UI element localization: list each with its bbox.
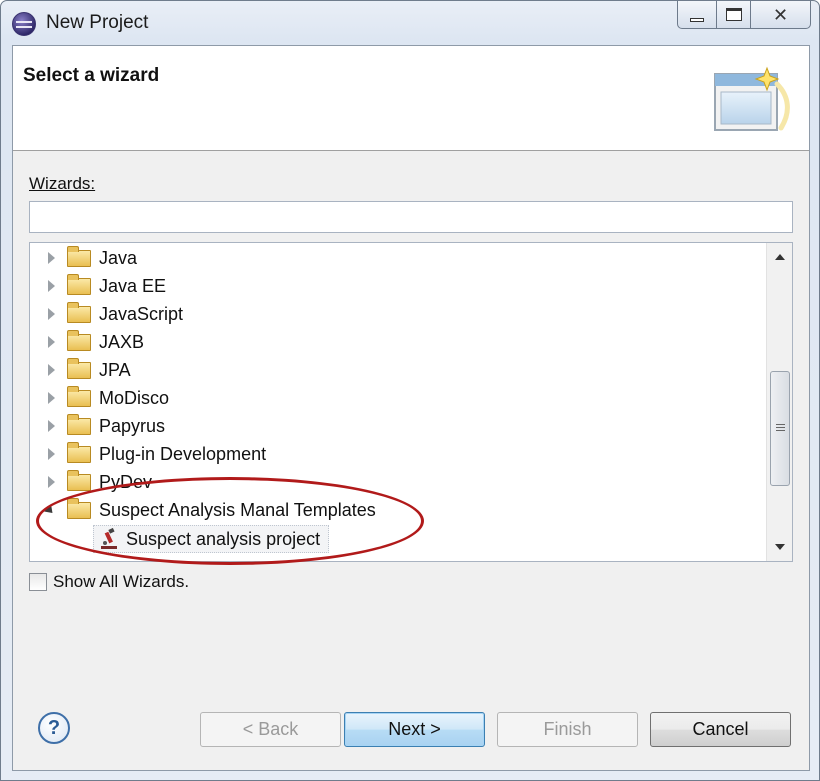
window-title: New Project [46, 12, 149, 33]
tree-item-jaxb[interactable]: JAXB [30, 328, 144, 356]
arrow-up-icon [774, 254, 785, 260]
show-all-wizards-checkbox[interactable]: Show All Wizards. [29, 572, 189, 592]
folder-icon [67, 273, 91, 295]
tree-item-label: Plug-in Development [99, 443, 267, 464]
grip-line [776, 430, 785, 431]
folder-icon [67, 413, 91, 435]
tree-item-label: JavaScript [99, 303, 184, 324]
minimize-icon [690, 17, 704, 22]
eclipse-icon [12, 12, 36, 36]
tree-item-label: JPA [99, 359, 131, 380]
finish-button[interactable]: Finish [497, 712, 638, 747]
tree-item-javascript[interactable]: JavaScript [30, 300, 183, 328]
arrow-down-icon [774, 544, 785, 550]
expand-arrow-icon[interactable] [48, 364, 55, 376]
folder-icon [67, 245, 91, 267]
expand-arrow-icon[interactable] [48, 392, 55, 404]
cancel-button[interactable]: Cancel [650, 712, 791, 747]
folder-icon [67, 357, 91, 379]
tree-item-plugin-development[interactable]: Plug-in Development [30, 440, 266, 468]
scroll-down-button[interactable] [767, 535, 792, 559]
close-button[interactable]: ✕ [751, 1, 811, 29]
wizards-label: Wizards: [29, 174, 95, 194]
close-icon: ✕ [772, 4, 789, 25]
wizard-filter-input[interactable] [29, 201, 793, 233]
annotation-ellipse [36, 477, 424, 565]
wizard-banner: Select a wizard [13, 46, 809, 151]
grip-line [776, 424, 785, 425]
tree-item-java[interactable]: Java [30, 244, 137, 272]
grip-line [776, 427, 785, 428]
expand-arrow-icon[interactable] [48, 336, 55, 348]
help-icon[interactable]: ? [38, 712, 70, 744]
wizards-label-text: Wizards: [29, 174, 96, 193]
tree-item-label: Papyrus [99, 415, 166, 436]
expand-arrow-icon[interactable] [48, 476, 55, 488]
folder-icon [67, 469, 91, 491]
new-wizard-icon [714, 66, 790, 131]
tree-item-label: JAXB [99, 331, 145, 352]
window-controls: ✕ [677, 1, 811, 31]
tree-scrollbar[interactable] [766, 243, 792, 561]
tree-item-jpa[interactable]: JPA [30, 356, 131, 384]
scroll-up-button[interactable] [767, 245, 792, 269]
tree-item-papyrus[interactable]: Papyrus [30, 412, 165, 440]
expand-arrow-icon[interactable] [48, 420, 55, 432]
maximize-button[interactable] [717, 1, 751, 29]
dialog-content: Select a wizard Wizards: Java Java EE Ja… [12, 45, 810, 771]
scrollbar-thumb[interactable] [770, 371, 790, 486]
tree-item-java-ee[interactable]: Java EE [30, 272, 166, 300]
expand-arrow-icon[interactable] [48, 308, 55, 320]
folder-icon [67, 441, 91, 463]
new-project-dialog: New Project ✕ Select a wizard Wizards: J… [0, 0, 820, 781]
expand-arrow-icon[interactable] [48, 448, 55, 460]
tree-item-label: Java [99, 247, 138, 268]
expand-arrow-icon[interactable] [48, 252, 55, 264]
title-bar: New Project ✕ [1, 1, 819, 45]
tree-item-label: Java EE [99, 275, 167, 296]
tree-item-modisco[interactable]: MoDisco [30, 384, 169, 412]
show-all-label: Show All Wizards. [53, 572, 190, 591]
banner-title: Select a wizard [23, 65, 160, 86]
folder-icon [67, 301, 91, 323]
tree-item-label: MoDisco [99, 387, 170, 408]
expand-arrow-icon[interactable] [48, 280, 55, 292]
folder-icon [67, 329, 91, 351]
maximize-icon [725, 8, 742, 21]
next-button[interactable]: Next > [344, 712, 485, 747]
checkbox-box[interactable] [29, 573, 47, 591]
back-button[interactable]: < Back [200, 712, 341, 747]
minimize-button[interactable] [677, 1, 717, 29]
folder-icon [67, 385, 91, 407]
